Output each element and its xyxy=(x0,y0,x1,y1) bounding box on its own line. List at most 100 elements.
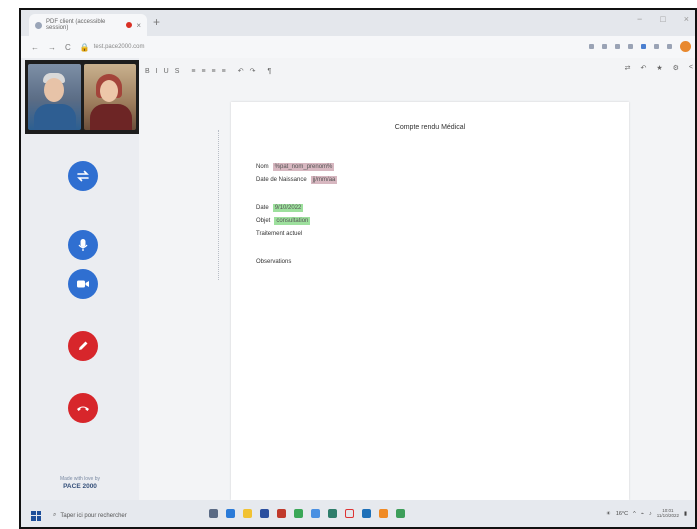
annotate-button[interactable] xyxy=(68,331,98,361)
settings-icon[interactable]: ⚙ xyxy=(673,64,679,72)
address-bar: ← → C 🔒 test.pace2000.com xyxy=(21,36,695,58)
app-icon[interactable] xyxy=(328,509,337,518)
volume-icon[interactable]: ♪ xyxy=(649,511,652,517)
field-label: Date de Naissance xyxy=(256,177,307,183)
strikethrough-button[interactable]: S xyxy=(175,68,180,75)
recording-indicator-icon xyxy=(126,22,133,28)
app-icon[interactable] xyxy=(260,509,269,518)
field-date: Date 9/10/2022 xyxy=(256,204,304,212)
document-page[interactable]: Compte rendu Médical Nom %pat_nom_prenom… xyxy=(218,102,629,500)
chrome-icon[interactable] xyxy=(345,509,354,518)
field-treatment: Traitement actuel xyxy=(256,231,302,237)
app-icon[interactable] xyxy=(311,509,320,518)
align-right-button[interactable]: ≡ xyxy=(212,68,216,75)
vertical-ruler xyxy=(218,130,219,280)
maximize-button[interactable]: □ xyxy=(660,14,665,24)
field-observations: Observations xyxy=(256,259,291,265)
clock[interactable]: 10:01 11/10/2022 xyxy=(656,508,679,519)
extension-icon[interactable] xyxy=(602,44,607,49)
field-label: Date xyxy=(256,205,269,211)
app-icon[interactable] xyxy=(277,509,286,518)
camera-button[interactable] xyxy=(68,269,98,299)
app-icon[interactable] xyxy=(396,509,405,518)
back-button[interactable]: ← xyxy=(31,43,39,52)
hang-up-icon xyxy=(77,406,89,411)
video-call-panel xyxy=(25,60,139,134)
field-birth-date: Date de Naissance jj/mm/aa xyxy=(256,176,338,184)
app-icon[interactable] xyxy=(294,509,303,518)
field-value[interactable]: consultation xyxy=(274,217,311,225)
history-icon[interactable]: ↶ xyxy=(640,64,646,72)
call-sidebar: Made with love by PACE 2000 xyxy=(21,58,139,500)
system-tray: ☀ 16°C ^ ⌁ ♪ 10:01 11/10/2022 ▮ xyxy=(605,508,687,519)
align-center-button[interactable]: ≡ xyxy=(201,68,205,75)
align-left-button[interactable]: ≡ xyxy=(191,68,195,75)
close-tab-icon[interactable]: × xyxy=(136,21,141,30)
url-field[interactable]: test.pace2000.com xyxy=(94,44,145,50)
new-tab-button[interactable]: + xyxy=(153,15,160,29)
taskbar-apps xyxy=(209,509,405,518)
paragraph-button[interactable]: ¶ xyxy=(267,68,271,75)
undo-button[interactable]: ↶ xyxy=(238,67,244,75)
bold-button[interactable]: B xyxy=(145,68,150,75)
field-placeholder[interactable]: jj/mm/aa xyxy=(310,176,338,184)
task-view-icon[interactable] xyxy=(209,509,218,518)
participant-video-1 xyxy=(28,64,81,130)
network-icon[interactable]: ⌁ xyxy=(641,511,644,517)
edge-icon[interactable] xyxy=(226,509,235,518)
app-icon[interactable] xyxy=(379,509,388,518)
redo-button[interactable]: ↷ xyxy=(250,67,256,75)
italic-button[interactable]: I xyxy=(156,68,158,75)
document-title: Compte rendu Médical xyxy=(394,124,466,131)
taskbar-search[interactable]: ⌕ Taper ici pour rechercher xyxy=(53,512,127,519)
search-icon: ⌕ xyxy=(53,512,57,518)
windows-start-icon[interactable] xyxy=(31,510,41,521)
microphone-button[interactable] xyxy=(68,230,98,260)
profile-avatar[interactable] xyxy=(680,41,691,52)
notifications-icon[interactable]: ▮ xyxy=(684,511,687,517)
search-placeholder: Taper ici pour rechercher xyxy=(60,512,127,519)
clock-date: 11/10/2022 xyxy=(656,512,679,518)
field-value[interactable]: 9/10/2022 xyxy=(272,204,304,212)
microphone-icon xyxy=(78,239,88,251)
share-icon[interactable] xyxy=(628,44,633,49)
field-label: Objet xyxy=(256,218,271,224)
minimize-button[interactable]: − xyxy=(637,14,642,24)
extension-icon[interactable] xyxy=(641,44,646,49)
field-name: Nom %pat_nom_prenom% xyxy=(256,163,335,171)
brand-logo-text: PACE 2000 xyxy=(63,482,97,490)
swap-icon[interactable]: ⇄ xyxy=(625,64,631,72)
reload-button[interactable]: C xyxy=(65,43,71,52)
swap-arrows-icon xyxy=(77,170,89,182)
switch-button[interactable] xyxy=(68,161,98,191)
zoom-icon[interactable] xyxy=(615,44,620,49)
extension-icons xyxy=(589,41,691,52)
hang-up-button[interactable] xyxy=(68,393,98,423)
editor-toolbar: B I U S ≡ ≡ ≡ ≡ ↶ ↷ ¶ ⇄ ↶ ★ ⚙ < xyxy=(145,64,695,78)
tab-title: PDF client (accessible session) xyxy=(46,19,106,31)
pencil-icon xyxy=(79,341,88,350)
favicon-icon xyxy=(35,21,42,29)
extension-icon[interactable] xyxy=(589,44,594,49)
editor-toolbar-right: ⇄ ↶ ★ ⚙ < xyxy=(625,64,693,72)
underline-button[interactable]: U xyxy=(164,68,169,75)
forward-button[interactable]: → xyxy=(48,43,56,52)
tray-expand-icon[interactable]: ^ xyxy=(633,511,636,517)
window-controls: − □ × xyxy=(637,14,689,24)
field-placeholder[interactable]: %pat_nom_prenom% xyxy=(272,163,335,171)
share-icon[interactable]: < xyxy=(689,64,693,72)
star-icon[interactable]: ★ xyxy=(656,64,662,72)
weather-text[interactable]: 16°C xyxy=(616,511,628,517)
weather-icon: ☀ xyxy=(605,510,611,517)
puzzle-icon[interactable] xyxy=(654,44,659,49)
video-camera-icon xyxy=(77,280,89,288)
file-explorer-icon[interactable] xyxy=(243,509,252,518)
field-label: Traitement actuel xyxy=(256,231,303,237)
justify-button[interactable]: ≡ xyxy=(222,68,226,75)
app-icon[interactable] xyxy=(362,509,371,518)
participant-video-2 xyxy=(83,64,136,130)
browser-tab[interactable]: PDF client (accessible session) × xyxy=(29,14,147,36)
screen-frame: PDF client (accessible session) × + − □ … xyxy=(19,8,697,529)
close-window-button[interactable]: × xyxy=(684,14,689,24)
sidebar-icon[interactable] xyxy=(667,44,672,49)
